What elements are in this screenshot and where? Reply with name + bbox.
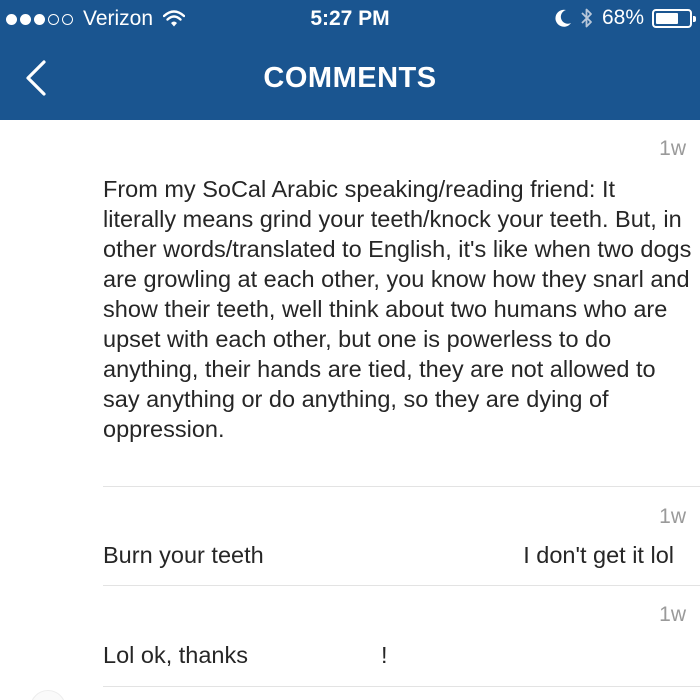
page-title: COMMENTS — [263, 62, 437, 94]
comment-text: From my SoCal Arabic speaking/reading fr… — [103, 176, 692, 442]
comment-text: Lol ok, thanks — [103, 642, 249, 668]
comment-timestamp: 1w — [659, 137, 686, 160]
comment-text-continued: I don't get it lol — [523, 542, 674, 568]
comment-timestamp: 1w — [659, 505, 686, 528]
comment-item[interactable]: 1w Burn your teeth I don't get it lol — [103, 487, 700, 586]
status-bar: Verizon 5:27 PM 68% — [0, 0, 700, 38]
comment-item[interactable]: 1w Lol ok, thanks ! — [103, 586, 700, 686]
divider — [103, 686, 700, 687]
battery-percent: 68% — [601, 6, 644, 29]
status-right: 68% — [554, 6, 696, 30]
bluetooth-icon — [580, 7, 594, 29]
battery-fill — [656, 12, 678, 24]
avatar[interactable] — [30, 690, 66, 700]
top-bar: Verizon 5:27 PM 68% COMMENTS — [0, 0, 700, 120]
battery-icon — [652, 8, 696, 28]
moon-icon — [554, 8, 572, 28]
comment-text-continued: ! — [381, 642, 388, 668]
comment-item[interactable]: 1w From my SoCal Arabic speaking/reading… — [103, 120, 700, 487]
nav-bar: COMMENTS — [0, 38, 700, 120]
comment-timestamp: 1w — [659, 603, 686, 626]
comment-text: Burn your teeth — [103, 542, 264, 568]
comment-list: 1w From my SoCal Arabic speaking/reading… — [0, 120, 700, 686]
